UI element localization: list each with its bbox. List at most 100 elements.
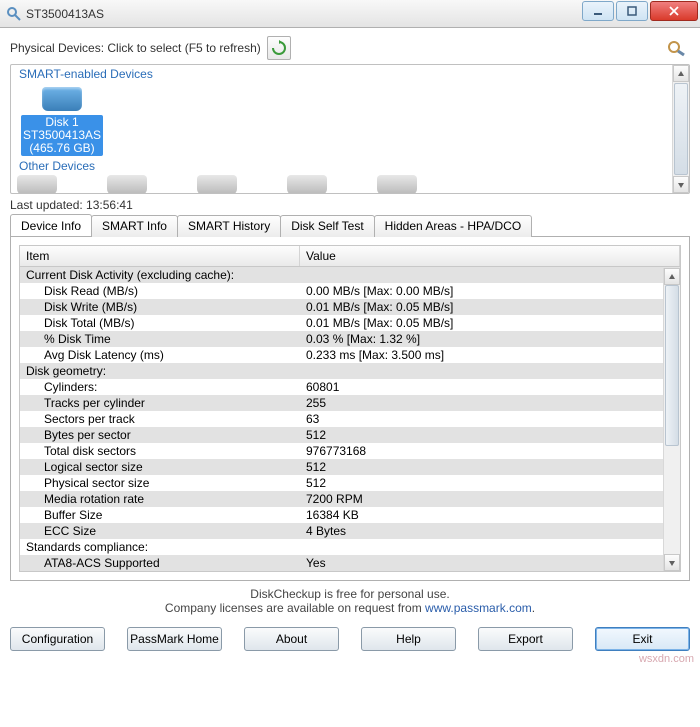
table-row[interactable]: Sectors per track63 <box>20 411 680 427</box>
table-row[interactable]: Standards compliance: <box>20 539 680 555</box>
cell-item: Physical sector size <box>20 475 300 491</box>
cell-value: 0.03 % [Max: 1.32 %] <box>300 331 680 347</box>
cell-item: Disk Total (MB/s) <box>20 315 300 331</box>
table-row[interactable]: Buffer Size16384 KB <box>20 507 680 523</box>
cell-value: 4 Bytes <box>300 523 680 539</box>
table-row[interactable]: Disk Read (MB/s)0.00 MB/s [Max: 0.00 MB/… <box>20 283 680 299</box>
last-updated-label: Last updated: 13:56:41 <box>10 198 690 212</box>
footer-line2c: . <box>532 601 535 615</box>
other-device-icon[interactable] <box>197 175 237 194</box>
scroll-down-arrow-icon[interactable] <box>664 554 680 571</box>
maximize-button[interactable] <box>616 1 648 21</box>
cell-item: % Disk Time <box>20 331 300 347</box>
other-device-icon[interactable] <box>377 175 417 194</box>
refresh-button[interactable] <box>267 36 291 60</box>
device-scrollbar[interactable] <box>672 65 689 193</box>
about-button[interactable]: About <box>244 627 339 651</box>
scroll-down-arrow-icon[interactable] <box>673 176 689 193</box>
table-row[interactable]: Avg Disk Latency (ms)0.233 ms [Max: 3.50… <box>20 347 680 363</box>
cell-value: 16384 KB <box>300 507 680 523</box>
footer-line1: DiskCheckup is free for personal use. <box>10 587 690 601</box>
grid-scrollbar[interactable] <box>663 268 680 571</box>
cell-item: ECC Size <box>20 523 300 539</box>
window-title: ST3500413AS <box>26 7 582 21</box>
footer-line2a: Company licenses are available on reques… <box>165 601 425 615</box>
cell-value: 255 <box>300 395 680 411</box>
cell-value: 60801 <box>300 379 680 395</box>
tab-panel: Item Value Current Disk Activity (exclud… <box>10 236 690 581</box>
cell-value: 0.01 MB/s [Max: 0.05 MB/s] <box>300 299 680 315</box>
scroll-up-arrow-icon[interactable] <box>673 65 689 82</box>
cell-value: 512 <box>300 475 680 491</box>
table-row[interactable]: Disk geometry: <box>20 363 680 379</box>
hard-disk-icon <box>42 87 82 111</box>
configuration-button[interactable]: Configuration <box>10 627 105 651</box>
disk-1-item[interactable]: Disk 1 ST3500413AS (465.76 GB) <box>17 83 107 160</box>
device-info-grid: Item Value Current Disk Activity (exclud… <box>19 245 681 572</box>
footer-text: DiskCheckup is free for personal use. Co… <box>10 587 690 615</box>
cell-item: Cylinders: <box>20 379 300 395</box>
cell-item: Tracks per cylinder <box>20 395 300 411</box>
app-icon <box>6 6 22 22</box>
tab-hidden-areas[interactable]: Hidden Areas - HPA/DCO <box>374 215 533 237</box>
cell-item: Logical sector size <box>20 459 300 475</box>
cell-item: Disk geometry: <box>20 363 300 379</box>
table-row[interactable]: Bytes per sector512 <box>20 427 680 443</box>
table-row[interactable]: ECC Size4 Bytes <box>20 523 680 539</box>
scroll-thumb[interactable] <box>674 83 688 175</box>
table-row[interactable]: Physical sector size512 <box>20 475 680 491</box>
table-row[interactable]: ATA8-ACS SupportedYes <box>20 555 680 571</box>
passmark-home-button[interactable]: PassMark Home <box>127 627 222 651</box>
table-row[interactable]: Disk Write (MB/s)0.01 MB/s [Max: 0.05 MB… <box>20 299 680 315</box>
table-row[interactable]: Total disk sectors976773168 <box>20 443 680 459</box>
tab-smart-history[interactable]: SMART History <box>177 215 281 237</box>
minimize-button[interactable] <box>582 1 614 21</box>
scroll-up-arrow-icon[interactable] <box>664 268 680 285</box>
table-row[interactable]: Logical sector size512 <box>20 459 680 475</box>
cell-item: ATA8-ACS Supported <box>20 555 300 571</box>
cell-value: 976773168 <box>300 443 680 459</box>
cell-item: Standards compliance: <box>20 539 300 555</box>
device-list-panel: SMART-enabled Devices Disk 1 ST3500413AS… <box>10 64 690 194</box>
table-row[interactable]: Media rotation rate7200 RPM <box>20 491 680 507</box>
search-icon[interactable] <box>664 38 690 58</box>
tab-device-info[interactable]: Device Info <box>10 214 92 236</box>
cell-item: Media rotation rate <box>20 491 300 507</box>
titlebar: ST3500413AS <box>0 0 700 28</box>
tab-strip: Device Info SMART Info SMART History Dis… <box>10 214 690 236</box>
cell-item: Current Disk Activity (excluding cache): <box>20 267 300 283</box>
cell-value <box>300 267 680 283</box>
cell-item: Buffer Size <box>20 507 300 523</box>
help-button[interactable]: Help <box>361 627 456 651</box>
table-row[interactable]: % Disk Time0.03 % [Max: 1.32 %] <box>20 331 680 347</box>
table-row[interactable]: Cylinders:60801 <box>20 379 680 395</box>
cell-value: 512 <box>300 459 680 475</box>
table-row[interactable]: Disk Total (MB/s)0.01 MB/s [Max: 0.05 MB… <box>20 315 680 331</box>
cell-item: Disk Write (MB/s) <box>20 299 300 315</box>
physical-devices-label: Physical Devices: Click to select (F5 to… <box>10 41 261 55</box>
column-header-value[interactable]: Value <box>300 246 680 266</box>
cell-value: 0.233 ms [Max: 3.500 ms] <box>300 347 680 363</box>
other-device-icon[interactable] <box>17 175 57 194</box>
scroll-thumb[interactable] <box>665 285 679 446</box>
cell-value: 0.00 MB/s [Max: 0.00 MB/s] <box>300 283 680 299</box>
cell-item: Disk Read (MB/s) <box>20 283 300 299</box>
refresh-icon <box>271 40 287 56</box>
table-row[interactable]: Tracks per cylinder255 <box>20 395 680 411</box>
tab-disk-self-test[interactable]: Disk Self Test <box>280 215 374 237</box>
column-header-item[interactable]: Item <box>20 246 300 266</box>
passmark-link[interactable]: www.passmark.com <box>425 601 532 615</box>
cell-value: 7200 RPM <box>300 491 680 507</box>
tab-smart-info[interactable]: SMART Info <box>91 215 178 237</box>
export-button[interactable]: Export <box>478 627 573 651</box>
exit-button[interactable]: Exit <box>595 627 690 651</box>
cell-value: 512 <box>300 427 680 443</box>
cell-value <box>300 539 680 555</box>
cell-item: Sectors per track <box>20 411 300 427</box>
table-row[interactable]: Current Disk Activity (excluding cache): <box>20 267 680 283</box>
close-button[interactable] <box>650 1 698 21</box>
other-device-icon[interactable] <box>287 175 327 194</box>
cell-item: Total disk sectors <box>20 443 300 459</box>
disk-label-line3: (465.76 GB) <box>23 142 101 155</box>
other-device-icon[interactable] <box>107 175 147 194</box>
